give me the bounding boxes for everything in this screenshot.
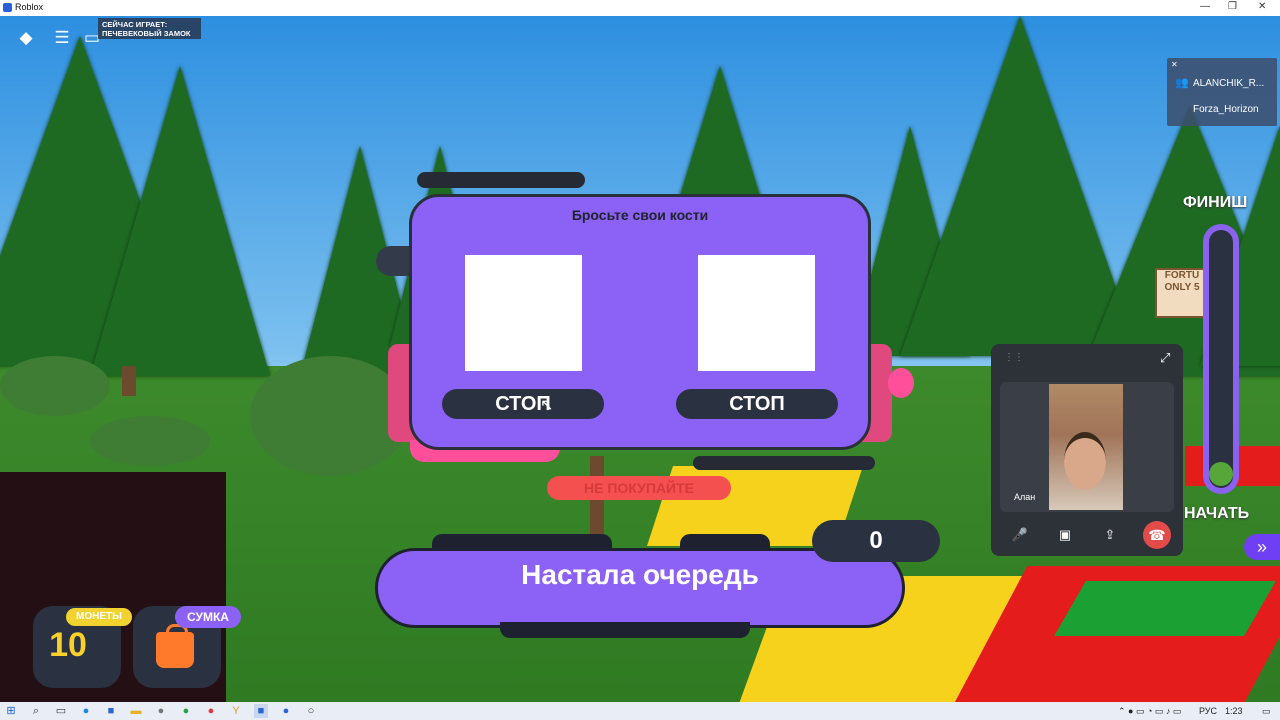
app-icon[interactable]: ●: [154, 704, 168, 718]
search-icon[interactable]: ⌕: [29, 704, 43, 718]
app-icon[interactable]: ●: [279, 704, 293, 718]
folder-icon[interactable]: ▬: [129, 704, 143, 718]
yandex-icon[interactable]: Y: [229, 704, 243, 718]
now-playing-label: СЕЙЧАС ИГРАЕТ:: [102, 20, 168, 29]
die-left: [465, 255, 582, 371]
now-playing: СЕЙЧАС ИГРАЕТ: ПЕЧЕВЕКОВЫЙ ЗАМОК: [98, 18, 201, 39]
finish-label: ФИНИШ: [1183, 194, 1248, 211]
dice-panel-title: Бросьте свои кости: [571, 207, 709, 223]
people-icon: 👥: [1175, 77, 1189, 89]
close-icon[interactable]: ✕: [1171, 60, 1178, 69]
screen-share-icon[interactable]: ⇪: [1099, 524, 1121, 546]
sign-line-2: ONLY 5: [1164, 282, 1200, 293]
bag-label: СУМКА: [175, 606, 241, 628]
window-title: Roblox: [15, 2, 44, 12]
drag-handle-icon[interactable]: ⋮⋮: [1004, 352, 1024, 363]
pink-dot: [888, 368, 914, 398]
sign-line-1: FORTU: [1164, 270, 1200, 281]
camera-icon[interactable]: ▣: [1054, 524, 1076, 546]
maximize-button[interactable]: ❐: [1228, 1, 1237, 12]
fortune-sign: FORTU ONLY 5: [1155, 268, 1209, 318]
notification-icon[interactable]: ▭: [1262, 706, 1271, 717]
counter-badge: 0: [812, 520, 940, 562]
mouse-cursor-icon: ↖: [540, 397, 554, 414]
lower-bar: [693, 456, 875, 470]
top-bar: [417, 172, 585, 188]
shopping-bag-icon: [156, 632, 194, 668]
language-indicator[interactable]: РУС: [1199, 706, 1217, 716]
participant-name: Алан: [1014, 492, 1036, 502]
windows-taskbar: ⊞ ⌕ ▭ ● ■ ▬ ● ● ● Y ■ ● ○ ⌃ ● ▭ ◔ ▭ ♪ ▭ …: [0, 702, 1280, 720]
start-icon[interactable]: ⊞: [4, 704, 18, 718]
microphone-icon[interactable]: 🎤: [1009, 524, 1031, 546]
board-tile: [1054, 581, 1276, 636]
expand-arrow-button[interactable]: »: [1244, 534, 1280, 560]
participant-face: [1064, 432, 1106, 490]
start-label: НАЧАТЬ: [1184, 505, 1250, 522]
roblox-app-icon: [3, 3, 12, 12]
roblox-logo-icon[interactable]: ◆: [14, 26, 38, 50]
task-view-icon[interactable]: ▭: [54, 704, 68, 718]
tree: [90, 66, 270, 376]
banner-tab: [500, 622, 750, 638]
edge-icon[interactable]: ●: [79, 704, 93, 718]
bush: [0, 356, 110, 416]
end-call-button[interactable]: ☎: [1143, 521, 1171, 549]
app-icon[interactable]: ●: [204, 704, 218, 718]
close-button[interactable]: ✕: [1258, 1, 1266, 12]
die-right: [698, 255, 815, 371]
user-name-1[interactable]: ALANCHIK_R...: [1193, 78, 1264, 89]
window-titlebar: Roblox — ❐ ✕: [0, 0, 1280, 16]
clock[interactable]: 1:23: [1225, 706, 1243, 716]
menu-icon[interactable]: ☰: [50, 26, 74, 50]
roblox-taskbar-icon[interactable]: ■: [254, 704, 268, 718]
progress-track-inner: [1209, 230, 1233, 488]
dice-panel: Бросьте свои кости СТОП СТОП: [409, 194, 871, 450]
minimize-button[interactable]: —: [1200, 1, 1210, 12]
turn-banner-text: Настала очередь: [521, 559, 759, 590]
expand-icon[interactable]: ⤢: [1160, 350, 1170, 366]
now-playing-track: ПЕЧЕВЕКОВЫЙ ЗАМОК: [102, 29, 191, 38]
stop-button-right[interactable]: СТОП: [676, 389, 838, 419]
app-icon[interactable]: ■: [104, 704, 118, 718]
bush: [90, 416, 210, 466]
player-progress-marker: [1209, 462, 1233, 486]
users-panel: ✕ 👥 ALANCHIK_R... Forza_Horizon: [1167, 58, 1277, 126]
tray-icons[interactable]: ⌃ ● ▭ ◔ ▭ ♪ ▭: [1118, 706, 1181, 717]
coins-label: МОНЕТЫ: [66, 608, 132, 626]
coins-value: 10: [49, 626, 87, 664]
bush: [250, 356, 410, 476]
whatsapp-icon[interactable]: ●: [179, 704, 193, 718]
app-icon[interactable]: ○: [304, 704, 318, 718]
tree-trunk: [122, 366, 136, 396]
stop-button-left[interactable]: СТОП: [442, 389, 604, 419]
no-buy-label: НЕ ПОКУПАЙТЕ: [547, 476, 731, 500]
user-name-2[interactable]: Forza_Horizon: [1193, 104, 1259, 115]
